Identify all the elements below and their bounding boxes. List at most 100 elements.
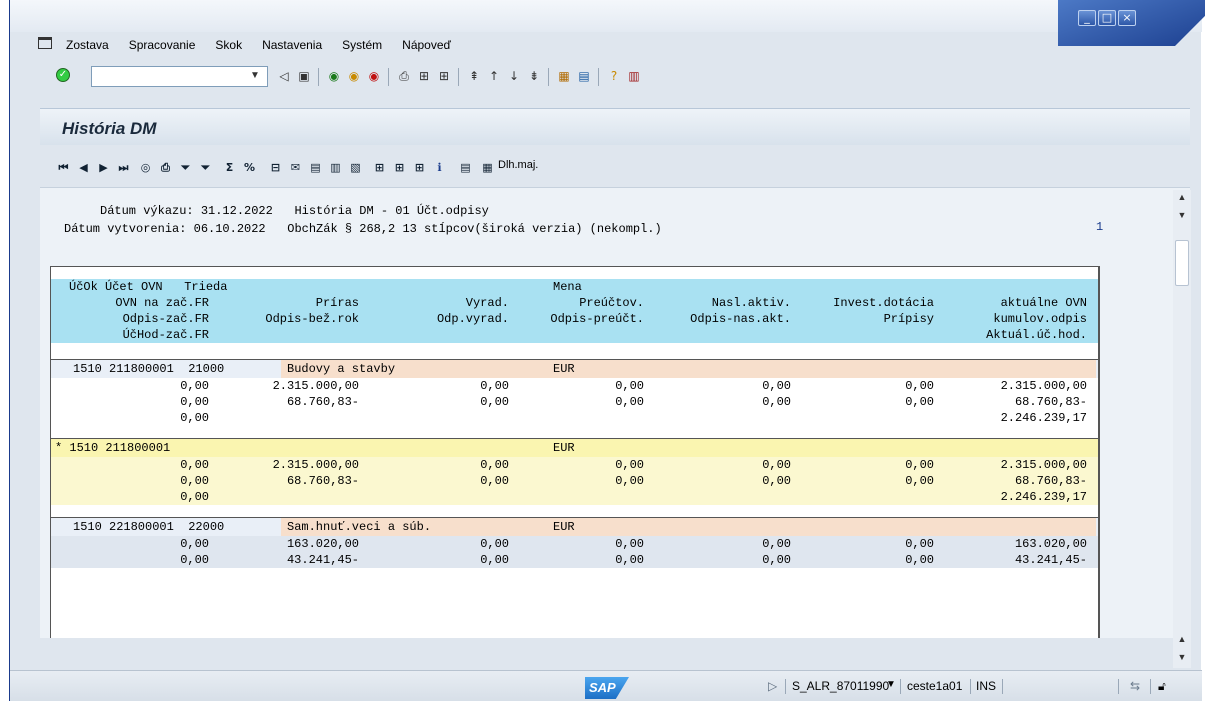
column-header-row: OVN na zač.FR Príras Vyrad. Preúčtov. Na…	[51, 295, 1099, 311]
spreadsheet-icon[interactable]: ▤	[308, 160, 323, 175]
column-header-row: ÚčHod-zač.FR Aktuál.úč.hod.	[51, 327, 1099, 343]
menu-icon[interactable]	[38, 37, 52, 49]
col-header: Prípisy	[883, 312, 934, 326]
toolbar-separator	[388, 68, 389, 86]
header-line-1: Dátum výkazu: 31.12.2022 História DM - 0…	[64, 204, 489, 218]
scroll-down-icon[interactable]: ▼	[1175, 652, 1189, 664]
table-row: 0,00 2.246.239,17	[180, 411, 1087, 425]
col-header: Nasl.aktiv.	[711, 296, 791, 310]
chevron-down-icon[interactable]: ▼	[250, 70, 1199, 81]
word-icon[interactable]: ▥	[328, 160, 343, 175]
list-icon[interactable]: ▤	[458, 160, 473, 175]
print-icon[interactable]: ⎙	[396, 68, 412, 84]
col-header: Aktuál.úč.hod.	[986, 328, 1087, 342]
transaction-code[interactable]: S_ALR_87011990	[792, 679, 889, 693]
command-field[interactable]	[91, 66, 268, 87]
scroll-down-icon[interactable]: ▼	[1175, 210, 1189, 222]
title-area: História DM	[40, 108, 1190, 145]
vertical-scrollbar[interactable]: ▲ ▼ ▲ ▼	[1173, 190, 1191, 668]
table-row: 0,00 2.315.000,00 0,00 0,00 0,00 0,00 2.…	[180, 379, 1087, 393]
find-next-icon[interactable]: ⊞	[436, 68, 452, 84]
application-toolbar: ⏮ ◀ ▶ ⏭ ◎ ⎙ ⏷ ⏷ Σ % ⊟ ✉ ▤ ▥ ▧ ⊞ ⊞ ⊞ ℹ ▤ …	[40, 146, 1190, 188]
exit-icon[interactable]: ◉	[346, 68, 362, 84]
menu-spracovanie[interactable]: Spracovanie	[119, 38, 206, 52]
next-page-icon[interactable]: ↓	[506, 68, 522, 84]
print-preview-icon[interactable]: ⎙	[158, 160, 173, 175]
asset-id: 1510 221800001 22000	[73, 520, 225, 534]
info-icon[interactable]: ℹ	[432, 160, 447, 175]
table-row: 0,00 2.246.239,17	[51, 489, 1099, 505]
new-session-icon[interactable]: ▦	[556, 68, 572, 84]
menu-napoved[interactable]: Nápoveď	[392, 38, 461, 52]
previous-icon[interactable]: ◀	[76, 160, 91, 175]
first-icon[interactable]: ⏮	[56, 160, 71, 175]
status-expand-icon[interactable]: ▷	[768, 679, 777, 693]
user-name: ceste1a01	[907, 679, 963, 693]
shortcut-icon[interactable]: ▤	[576, 68, 592, 84]
standard-toolbar: ✓ ▼ ◁ ▣ ◉ ◉ ◉ ⎙ ⊞ ⊞ ⇞ ↑ ↓ ⇟ ▦ ▤ ? ▥	[10, 62, 1202, 92]
menu-nastavenia[interactable]: Nastavenia	[252, 38, 332, 52]
filter-icon[interactable]: ⏷	[178, 160, 193, 175]
insert-mode[interactable]: INS	[976, 679, 996, 693]
table-row: 0,00 68.760,83- 0,00 0,00 0,00 0,00 68.7…	[51, 473, 1099, 489]
col-header: Odpis-nas.akt.	[690, 312, 791, 326]
sum-icon[interactable]: Σ	[222, 160, 237, 175]
toolbar-separator	[318, 68, 319, 86]
details-icon[interactable]: ◎	[138, 160, 153, 175]
layout-select-icon[interactable]: ⊞	[372, 160, 387, 175]
page-title: História DM	[62, 119, 157, 138]
scroll-thumb[interactable]	[1175, 240, 1189, 286]
last-icon[interactable]: ⏭	[116, 160, 131, 175]
maximize-button[interactable]: □	[1098, 10, 1116, 26]
minimize-button[interactable]: _	[1078, 10, 1096, 26]
connection-icon: ⇆	[1130, 679, 1141, 693]
chevron-down-icon[interactable]: ▼	[886, 679, 896, 690]
header-line-2: Dátum vytvorenia: 06.10.2022 ObchZák § 2…	[64, 222, 662, 236]
layout-save-icon[interactable]: ⊞	[412, 160, 427, 175]
subtotal-icon[interactable]: %	[242, 160, 257, 175]
report-grid: ÚčOk Účet OVN Trieda Mena OVN na zač.FR …	[50, 266, 1100, 638]
last-page-icon[interactable]: ⇟	[526, 68, 542, 84]
group-head-row: 1510 211800001 21000 Budovy a stavby EUR	[51, 360, 1099, 378]
subtotal-head-row: * 1510 211800001 EUR	[51, 439, 1099, 457]
status-bar: SAP ▷ S_ALR_87011990 ▼ ceste1a01 INS ⇆ 🔓…	[10, 670, 1202, 701]
find-icon[interactable]: ⊞	[416, 68, 432, 84]
asset-class-desc: Budovy a stavby	[281, 360, 1096, 378]
set-filter-icon[interactable]: ⏷	[198, 160, 213, 175]
table-row: 0,00 2.315.000,00 0,00 0,00 0,00 0,00 2.…	[51, 457, 1099, 473]
col-header: Vyrad.	[465, 296, 509, 310]
back-icon[interactable]: ◉	[326, 68, 342, 84]
table-row: 0,00 43.241,45- 0,00 0,00 0,00 0,00 43.2…	[51, 552, 1099, 568]
cancel-icon[interactable]: ◉	[366, 68, 382, 84]
menu-zostava[interactable]: Zostava	[56, 38, 119, 52]
first-page-icon[interactable]: ⇞	[466, 68, 482, 84]
menu-system[interactable]: Systém	[332, 38, 392, 52]
toolbar-separator	[548, 68, 549, 86]
back-arrow-icon[interactable]: ◁	[276, 68, 292, 84]
sap-window: _ □ × Zostava Spracovanie Skok Nastaveni…	[9, 0, 1205, 701]
mail-icon[interactable]: ✉	[288, 160, 303, 175]
graphic-icon[interactable]: ▧	[348, 160, 363, 175]
layout-icon[interactable]: ▥	[626, 68, 642, 84]
currency: EUR	[553, 520, 575, 534]
table-row: 0,00 163.020,00 0,00 0,00 0,00 0,00 163.…	[51, 536, 1099, 552]
scroll-up-icon[interactable]: ▲	[1175, 192, 1189, 204]
previous-page-icon[interactable]: ↑	[486, 68, 502, 84]
asset-id: 1510 211800001 21000	[73, 362, 225, 376]
page-number: 1	[1096, 220, 1104, 234]
help-icon[interactable]: ?	[606, 68, 622, 84]
save-icon[interactable]: ▣	[296, 68, 312, 84]
currency: EUR	[553, 441, 575, 455]
layout-change-icon[interactable]: ⊞	[392, 160, 407, 175]
export-icon[interactable]: ⊟	[268, 160, 283, 175]
dlh-maj-button[interactable]: Dlh.maj.	[498, 159, 538, 171]
title-bar	[10, 0, 1202, 32]
close-button[interactable]: ×	[1118, 10, 1136, 26]
col-header: Príras	[315, 296, 359, 310]
menu-skok[interactable]: Skok	[205, 38, 252, 52]
col-header: kumulov.odpis	[993, 312, 1087, 326]
next-icon[interactable]: ▶	[96, 160, 111, 175]
asset-icon[interactable]: ▦	[480, 160, 495, 175]
enter-icon[interactable]: ✓	[56, 68, 70, 82]
scroll-up-icon[interactable]: ▲	[1175, 634, 1189, 646]
